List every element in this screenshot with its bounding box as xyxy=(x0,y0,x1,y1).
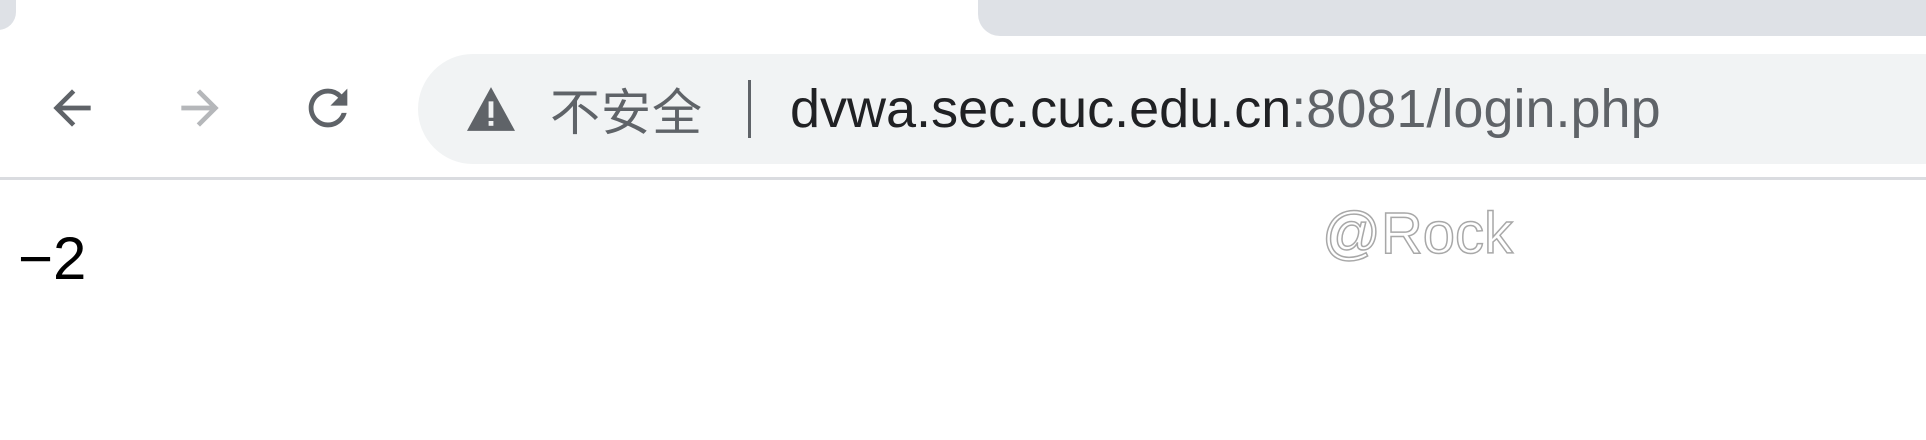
warning-triangle-icon xyxy=(467,87,515,131)
security-chip[interactable]: 不安全 xyxy=(464,54,703,164)
tab-strip xyxy=(0,0,1926,36)
arrow-right-icon xyxy=(181,89,219,127)
chip-divider xyxy=(748,80,751,138)
url-host: dvwa.sec.cuc.edu.cn xyxy=(790,79,1292,139)
address-bar[interactable]: 不安全 dvwa.sec.cuc.edu.cn:8081/login.php xyxy=(418,54,1926,164)
reload-icon xyxy=(308,88,348,128)
forward-button[interactable] xyxy=(162,70,238,146)
tab-left[interactable] xyxy=(0,0,16,30)
arrow-left-icon xyxy=(53,89,91,127)
back-button[interactable] xyxy=(34,70,110,146)
security-label: 不安全 xyxy=(550,84,703,142)
browser-toolbar: 不安全 dvwa.sec.cuc.edu.cn:8081/login.php xyxy=(0,36,1926,180)
tab-right[interactable] xyxy=(978,0,1926,36)
url-path: :8081/login.php xyxy=(1291,79,1661,139)
reload-button[interactable] xyxy=(290,70,366,146)
url-text[interactable]: dvwa.sec.cuc.edu.cn:8081/login.php xyxy=(790,54,1661,164)
page-content: −2 @Rock xyxy=(0,180,1926,440)
watermark: @Rock xyxy=(1321,200,1514,267)
page-body-text: −2 xyxy=(18,225,87,292)
